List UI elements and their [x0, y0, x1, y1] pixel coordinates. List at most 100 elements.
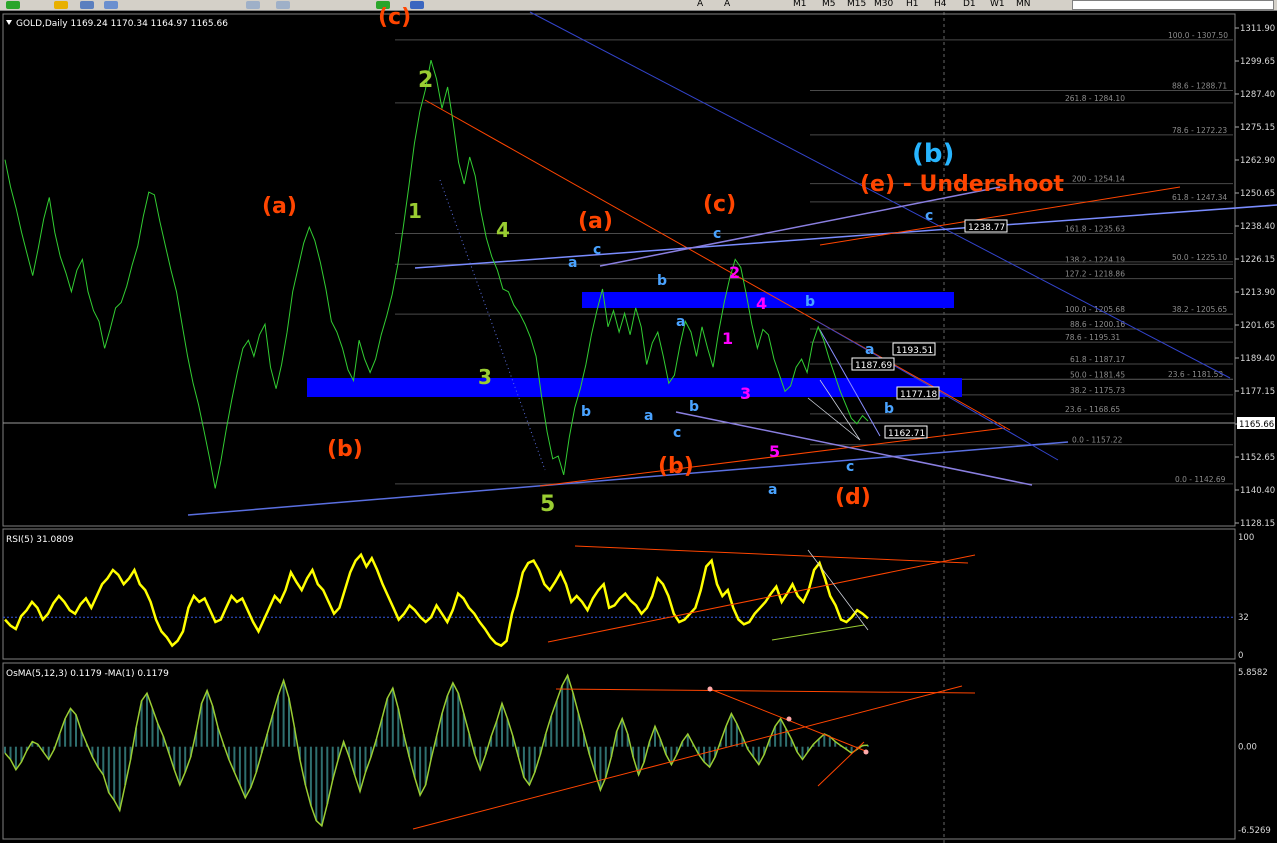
wave-label-magenta: 3 — [740, 384, 751, 403]
price-tag-label: 1187.69 — [855, 361, 892, 371]
wave-label-blue: b — [884, 401, 894, 417]
wave-label-magenta: 2 — [729, 263, 740, 282]
price-pane[interactable]: 100.0 - 1307.50 88.6 - 1288.71 261.8 - 128… — [2, 5, 1277, 529]
fib-level-label: 100.0 - 1307.50 — [1168, 31, 1228, 40]
price-axis-label: 1311.90 — [1240, 24, 1275, 34]
wave-label-blue: c — [925, 208, 933, 224]
fibonacci-levels: 100.0 - 1307.50 88.6 - 1288.71 261.8 - 128… — [395, 31, 1233, 485]
wave-label-blue: c — [673, 425, 681, 441]
price-axis: 1311.90 1299.65 1287.40 1275.15 1262.90 1250.… — [1235, 24, 1275, 529]
osma-trend-bottom — [412, 685, 963, 830]
wave-label-blue: b — [689, 399, 699, 415]
osma-title: OsMA(5,12,3) 0.1179 -MA(1) 0.1179 — [6, 669, 169, 679]
osma-trend-small — [817, 741, 865, 787]
wave-label-green: 2 — [418, 68, 433, 93]
wave-label-green: 1 — [408, 199, 422, 223]
current-price-marker: 1165.66 — [1237, 417, 1275, 430]
wave-label-blue: c — [713, 226, 721, 242]
wave-label-red: (c) — [378, 5, 411, 30]
wave-label-green: 5 — [540, 492, 555, 517]
fib-level-label: 38.2 - 1205.65 — [1172, 305, 1227, 314]
wave-label-red: (b) — [327, 437, 363, 462]
osma-marker — [786, 716, 792, 722]
price-tag-label: 1177.18 — [900, 390, 937, 400]
rsi-axis-label: 0 — [1238, 651, 1243, 661]
wave-label-red: (b) — [658, 454, 694, 479]
wave-label-blue: b — [581, 404, 591, 420]
support-zone-lower — [307, 378, 962, 397]
fib-level-label: 50.0 - 1181.45 — [1070, 370, 1125, 379]
wave-label-blue: b — [805, 294, 815, 310]
fib-level-label: 0.0 - 1142.69 — [1175, 475, 1226, 484]
rsi-pane[interactable]: RSI(5) 31.0809 100 32 0 — [2, 528, 1254, 661]
wave-label-red: (a) — [262, 194, 297, 219]
price-tag-label: 1193.51 — [896, 346, 933, 356]
rsi-title: RSI(5) 31.0809 — [6, 535, 74, 545]
current-price-label: 1165.66 — [1239, 420, 1274, 430]
price-axis-label: 1275.15 — [1240, 123, 1275, 133]
fib-level-label: 78.6 - 1272.23 — [1172, 126, 1227, 135]
wave-label-blue: a — [676, 314, 685, 330]
chart-menu-icon[interactable] — [6, 20, 12, 25]
fib-level-label: 161.8 - 1235.63 — [1065, 224, 1125, 233]
fib-level-label: 0.0 - 1157.22 — [1072, 436, 1123, 445]
price-axis-label: 1128.15 — [1240, 519, 1275, 529]
wave-label-blue: b — [657, 273, 667, 289]
price-tag-label: 1162.71 — [888, 429, 925, 439]
price-tag-label: 1238.77 — [968, 223, 1005, 233]
price-axis-label: 1189.40 — [1240, 354, 1275, 364]
osma-axis-label: 0.00 — [1238, 743, 1257, 753]
osma-marker — [707, 686, 713, 692]
osma-axis: 5.8582 0.00 -6.5269 — [1238, 668, 1271, 836]
chart-window[interactable]: 100.0 - 1307.50 88.6 - 1288.71 261.8 - 128… — [0, 0, 1277, 843]
osma-signal-line — [4, 673, 869, 828]
price-axis-label: 1238.40 — [1240, 222, 1275, 232]
price-axis-label: 1213.90 — [1240, 288, 1275, 298]
osma-histogram — [4, 675, 869, 826]
chart-title: GOLD,Daily 1169.24 1170.34 1164.97 1165.… — [16, 19, 228, 29]
osma-axis-label: 5.8582 — [1238, 668, 1268, 678]
fib-level-label: 138.2 - 1224.19 — [1065, 255, 1125, 264]
wave-label-magenta: 4 — [756, 294, 767, 313]
rsi-axis: 100 32 0 — [1238, 533, 1254, 661]
osma-trend-top — [555, 688, 976, 694]
wave-label-blue: a — [644, 408, 653, 424]
fib-level-label: 127.2 - 1218.86 — [1065, 270, 1125, 279]
fib-level-label: 88.6 - 1288.71 — [1172, 81, 1227, 90]
wave-label-blue: a — [568, 255, 577, 271]
wave-label-red: (d) — [835, 485, 871, 510]
price-axis-label: 1140.40 — [1240, 486, 1275, 496]
price-axis-label: 1152.65 — [1240, 453, 1275, 463]
fib-level-label: 100.0 - 1205.68 — [1065, 305, 1125, 314]
fib-level-label: 261.8 - 1284.10 — [1065, 94, 1125, 103]
wave-label-red: (a) — [578, 209, 613, 234]
price-axis-label: 1226.15 — [1240, 255, 1275, 265]
wave-label-green: 3 — [478, 365, 492, 389]
wave-label-blue: a — [768, 482, 777, 498]
price-axis-label: 1287.40 — [1240, 90, 1275, 100]
rsi-pane-frame — [2, 528, 1236, 660]
wave-label-blue: c — [593, 242, 601, 258]
wave-label-magenta: 5 — [769, 442, 780, 461]
wave-label-red: (e) - Undershoot — [860, 172, 1065, 197]
price-axis-label: 1201.65 — [1240, 321, 1275, 331]
rsi-line — [4, 552, 869, 648]
fib-level-label: 61.8 - 1187.17 — [1070, 355, 1125, 364]
fib-level-label: 88.6 - 1200.16 — [1070, 320, 1125, 329]
fib-level-label: 38.2 - 1175.73 — [1070, 386, 1125, 395]
fib-level-label: 200 - 1254.14 — [1072, 175, 1125, 184]
price-axis-label: 1299.65 — [1240, 57, 1275, 67]
trend-line-blue-base — [187, 441, 1069, 516]
rsi-axis-label: 32 — [1238, 613, 1249, 623]
osma-pane[interactable]: OsMA(5,12,3) 0.1179 -MA(1) 0.1179 5.8582… — [2, 662, 1271, 840]
wave-label-green: 4 — [496, 218, 510, 242]
rsi-trend-small — [771, 624, 865, 641]
wave-label-blue: a — [865, 342, 874, 358]
fib-level-label: 50.0 - 1225.10 — [1172, 253, 1227, 262]
fib-level-label: 23.6 - 1181.53 — [1168, 370, 1223, 379]
trend-line-blue-upper — [414, 204, 1277, 269]
support-zone-upper — [582, 292, 954, 308]
rsi-trend-down — [807, 549, 869, 631]
wave-label-cyan: (b) — [912, 139, 954, 169]
rsi-axis-label: 100 — [1238, 533, 1254, 543]
